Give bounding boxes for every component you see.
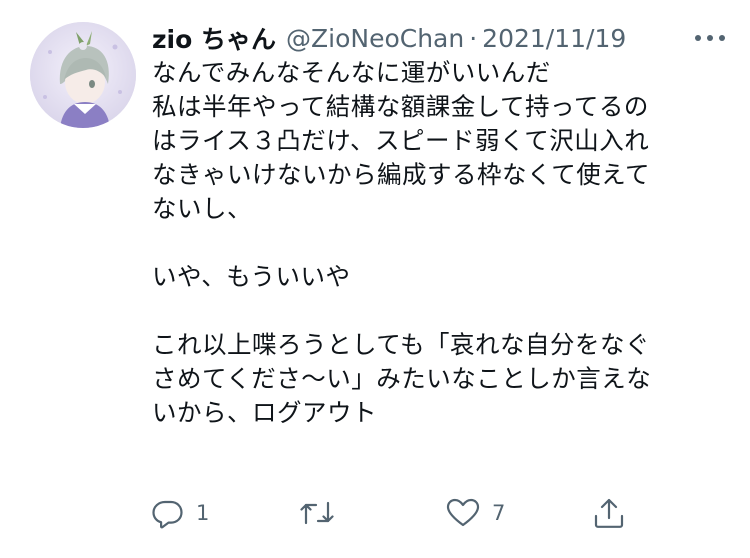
more-icon: [695, 35, 725, 41]
share-button[interactable]: [592, 493, 626, 533]
tweet-date[interactable]: 2021/11/19: [482, 24, 626, 53]
tweet-text-line: いや、もういいや: [152, 262, 351, 291]
separator-dot: ·: [469, 23, 478, 53]
retweet-button[interactable]: [299, 493, 335, 533]
tweet-text-line: [152, 294, 732, 328]
share-icon: [594, 498, 624, 528]
tweet-text: なんでみんなそんなに運がいいんだ 私は半年やって結構な額課金して持ってるの はラ…: [152, 56, 732, 430]
reply-count: 1: [196, 501, 210, 525]
tweet-text-line: いから、ログアウト: [152, 398, 377, 427]
tweet-text-line: これ以上喋ろうとしても「哀れな自分をなぐ: [152, 330, 651, 359]
tweet-text-line: ないし、: [152, 194, 252, 223]
tweet-text-line: はライス３凸だけ、スピード弱くて沢山入れ: [152, 126, 650, 155]
tweet-text-line: 私は半年やって結構な額課金して持ってるの: [152, 92, 649, 121]
avatar[interactable]: [30, 22, 136, 128]
tweet-text-line: さめてくださ〜い」みたいなことしか言えな: [152, 364, 652, 393]
reply-button[interactable]: 1: [152, 493, 209, 533]
user-handle[interactable]: @ZioNeoChan: [286, 24, 464, 53]
tweet-text-line: なんでみんなそんなに運がいいんだ: [152, 58, 551, 87]
display-name[interactable]: zio ちゃん: [152, 20, 276, 56]
like-count: 7: [492, 501, 506, 525]
tweet-text-line: なきゃいけないから編成する枠なくて使えて: [152, 160, 651, 189]
heart-icon: [446, 498, 480, 527]
action-bar: 1 7: [152, 493, 632, 533]
tweet-header: zio ちゃん @ZioNeoChan · 2021/11/19: [152, 20, 730, 56]
more-options-button[interactable]: [690, 24, 730, 52]
avatar-image: [30, 22, 136, 128]
tweet-text-line: [152, 226, 732, 260]
tweet[interactable]: zio ちゃん @ZioNeoChan · 2021/11/19 なんでみんなそ…: [0, 0, 750, 558]
reply-icon: [152, 500, 183, 529]
retweet-icon: [300, 501, 334, 525]
like-button[interactable]: 7: [446, 493, 505, 533]
